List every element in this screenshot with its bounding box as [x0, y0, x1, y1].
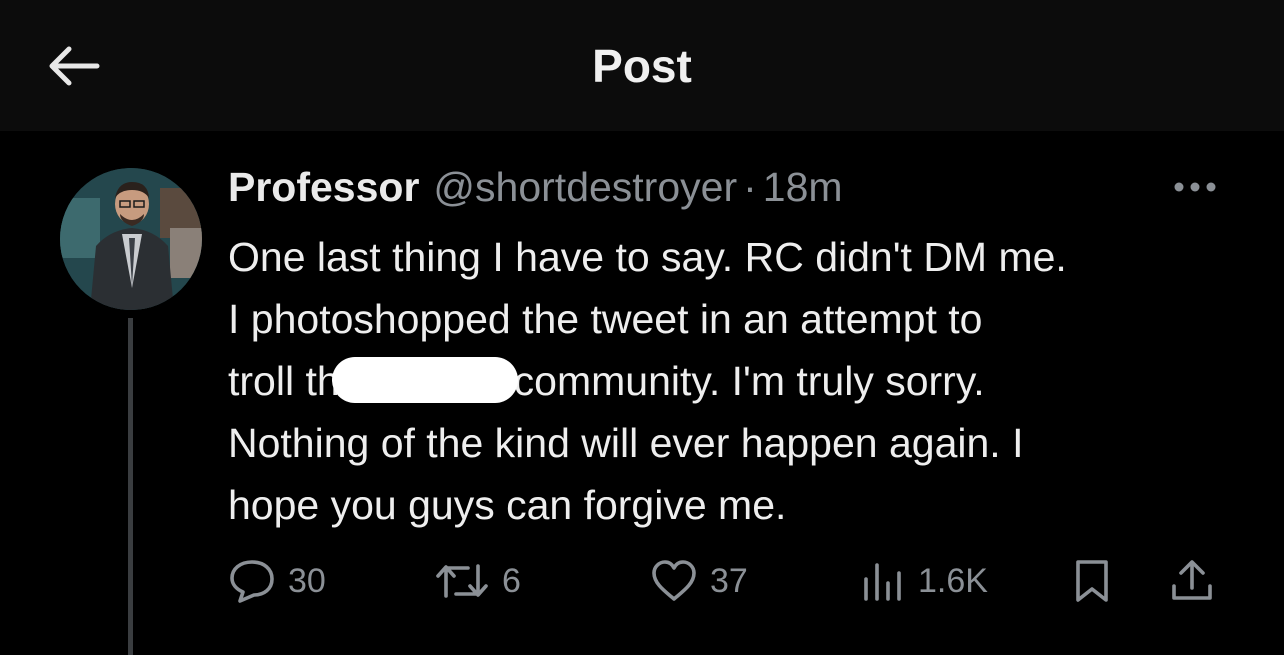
post-text-fragment: community. I'm truly sorry. [513, 358, 985, 404]
redaction-mark [331, 357, 518, 403]
bookmark-icon [1076, 560, 1108, 602]
post-text-fragment: troll th [228, 358, 340, 404]
action-bar: 30 6 37 1.6K [228, 556, 1228, 606]
top-bar: Post [0, 0, 1284, 131]
post-text-line: Nothing of the kind will ever happen aga… [228, 420, 1024, 466]
thread-line [128, 318, 133, 655]
page-title: Post [592, 40, 692, 92]
like-button[interactable]: 37 [650, 556, 748, 606]
post-text: One last thing I have to say. RC didn't … [228, 226, 1248, 536]
views-button[interactable]: 1.6K [860, 556, 988, 606]
reply-icon [230, 560, 274, 603]
post-time[interactable]: 18m [763, 164, 843, 211]
like-count: 37 [710, 561, 748, 600]
views-chart-icon [864, 563, 901, 601]
more-horizontal-icon [1174, 182, 1216, 192]
more-button[interactable] [1168, 172, 1222, 202]
post-text-line: I photoshopped the tweet in an attempt t… [228, 296, 983, 342]
share-icon [1172, 560, 1212, 600]
reply-count: 30 [288, 561, 326, 600]
repost-icon [436, 564, 488, 598]
display-name[interactable]: Professor [228, 164, 419, 211]
repost-count: 6 [502, 561, 521, 600]
avatar[interactable] [60, 168, 202, 310]
bookmark-button[interactable] [1072, 556, 1112, 606]
heart-icon [652, 560, 696, 601]
user-handle[interactable]: @shortdestroyer [433, 164, 737, 211]
repost-button[interactable]: 6 [434, 556, 521, 606]
views-count: 1.6K [918, 561, 988, 600]
post-text-line: troll th community. I'm truly sorry. [228, 350, 1248, 412]
post-text-line: hope you guys can forgive me. [228, 482, 787, 528]
share-button[interactable] [1168, 556, 1216, 606]
reply-button[interactable]: 30 [228, 556, 326, 606]
post-text-line: One last thing I have to say. RC didn't … [228, 234, 1067, 280]
post-header: Professor @shortdestroyer · 18m [228, 164, 843, 216]
separator-dot: · [743, 164, 757, 210]
avatar-image [60, 168, 202, 310]
